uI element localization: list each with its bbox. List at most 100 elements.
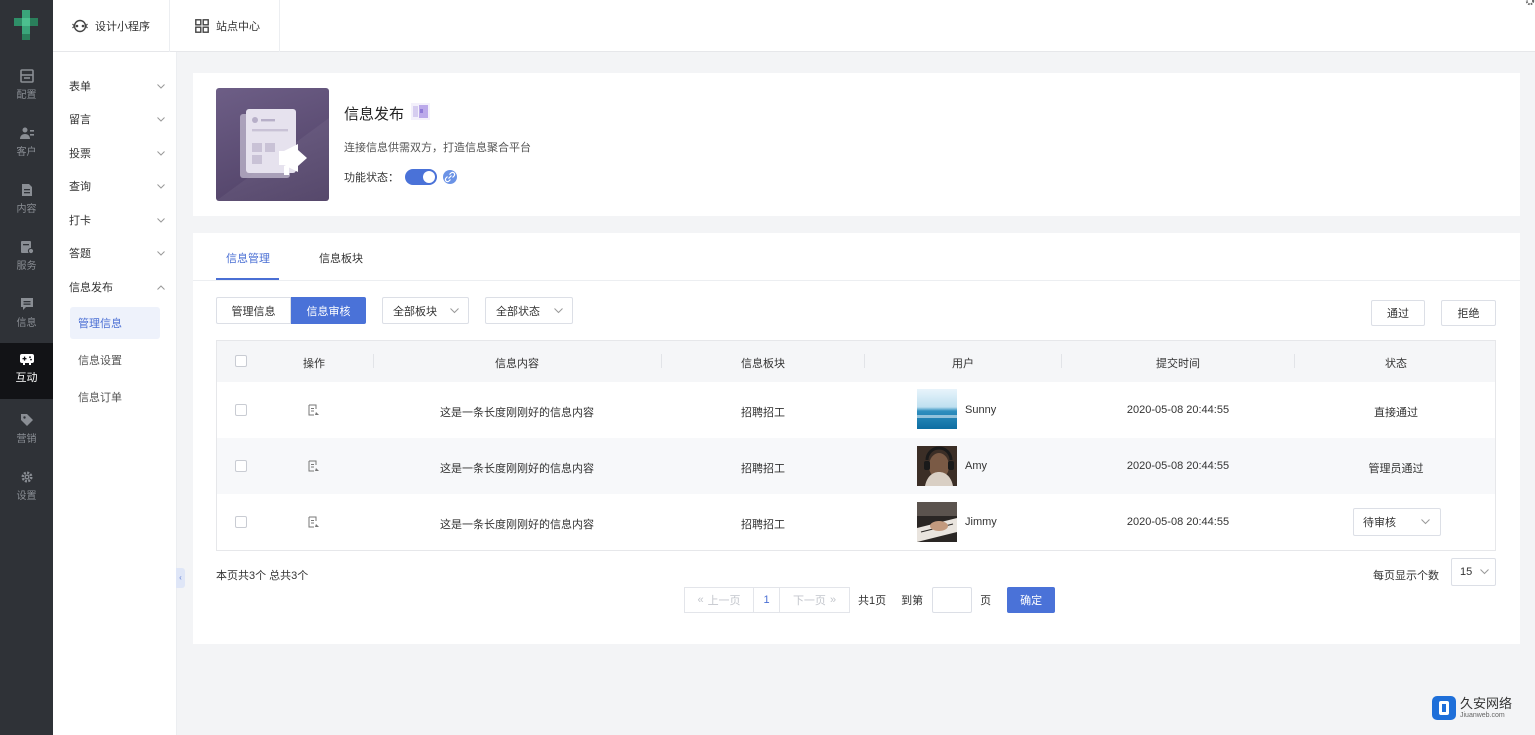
subnav-child-info-orders[interactable]: 信息订单 — [70, 381, 160, 413]
row-checkbox[interactable] — [235, 404, 247, 416]
feature-header-card: 信息发布 连接信息供需双方，打造信息聚合平台 功能状态： — [193, 73, 1520, 216]
row-content: 这是一条长度刚刚好的信息内容 — [440, 519, 594, 531]
top-tab-site-center[interactable]: 站点中心 — [176, 0, 280, 52]
tab-info-board[interactable]: 信息板块 — [319, 250, 363, 266]
rail-item-config[interactable]: 配置 — [0, 60, 53, 116]
reject-button[interactable]: 拒绝 — [1441, 300, 1496, 326]
tag-icon — [20, 414, 33, 426]
rail-item-settings[interactable]: 设置 — [0, 461, 53, 517]
column-header-status: 状态 — [1385, 358, 1407, 370]
miniprogram-icon — [72, 19, 88, 33]
subnav-item-label: 留言 — [69, 114, 91, 126]
rail-item-customers[interactable]: 客户 — [0, 117, 53, 173]
top-tab-design-miniprogram[interactable]: 设计小程序 — [53, 0, 170, 52]
collapse-sidebar-button[interactable]: ‹ — [176, 568, 185, 588]
rail-label: 配置 — [16, 90, 37, 101]
subnav-item-form[interactable]: 表单 — [69, 76, 165, 96]
select-all-checkbox[interactable] — [235, 355, 247, 367]
top-tab-label: 站点中心 — [216, 21, 260, 33]
goto-page-input[interactable] — [932, 587, 973, 613]
column-header-content: 信息内容 — [495, 358, 539, 370]
chevron-down-icon — [1421, 519, 1430, 525]
subnav-item-label: 答题 — [69, 248, 91, 260]
per-page-select[interactable]: 15 — [1451, 558, 1496, 586]
chevron-down-icon — [157, 83, 165, 89]
double-chevron-right-icon: » — [829, 594, 837, 606]
rail-label: 信息 — [16, 318, 37, 329]
row-status-select-value: 待审核 — [1363, 517, 1396, 529]
row-board: 招聘招工 — [741, 519, 785, 531]
subnav-child-manage-info[interactable]: 管理信息 — [70, 307, 160, 339]
edit-icon[interactable] — [308, 404, 320, 416]
filter-status-select[interactable]: 全部状态 — [485, 297, 573, 324]
column-divider — [864, 354, 865, 368]
feature-illustration — [216, 88, 329, 201]
row-user-name: Amy — [965, 460, 987, 472]
feature-status-label: 功能状态： — [344, 172, 399, 184]
prev-page-button[interactable]: « 上一页 — [684, 587, 754, 613]
row-board: 招聘招工 — [741, 407, 785, 419]
goto-label: 到第 — [901, 595, 924, 607]
segment-manage-info[interactable]: 管理信息 — [216, 297, 291, 324]
qr-icon[interactable] — [411, 103, 430, 120]
filter-board-value: 全部板块 — [393, 305, 437, 318]
subnav-child-info-settings[interactable]: 信息设置 — [70, 344, 160, 376]
secondary-sidebar: 表单 留言 投票 查询 打卡 答题 信息发布 管理信息 信息设置 信息订单 — [53, 52, 177, 735]
column-divider — [1061, 354, 1062, 368]
content-icon — [21, 184, 32, 196]
rail-item-interaction[interactable]: 互动 — [0, 343, 53, 399]
chevron-down-icon — [554, 307, 563, 313]
next-page-button[interactable]: 下一页 » — [780, 587, 850, 613]
rail-item-content[interactable]: 内容 — [0, 174, 53, 230]
tab-info-management[interactable]: 信息管理 — [226, 250, 270, 266]
subnav-item-checkin[interactable]: 打卡 — [69, 210, 165, 230]
app-logo[interactable] — [14, 10, 38, 40]
table-row: 这是一条长度刚刚好的信息内容 招聘招工 Amy 2020-05-08 20:44… — [217, 438, 1495, 494]
column-header-board: 信息板块 — [741, 358, 785, 370]
pagination: « 上一页 1 下一页 » 共1页 到第 页 确定 — [684, 587, 1056, 613]
row-content: 这是一条长度刚刚好的信息内容 — [440, 407, 594, 419]
subnav-item-quiz[interactable]: 答题 — [69, 243, 165, 263]
subnav-item-query[interactable]: 查询 — [69, 176, 165, 196]
service-icon — [20, 241, 34, 254]
settings-gear-icon[interactable] — [1525, 0, 1535, 6]
confirm-goto-button[interactable]: 确定 — [1007, 587, 1056, 613]
rail-item-service[interactable]: 服务 — [0, 231, 53, 287]
table-header: 操作 信息内容 信息板块 用户 提交时间 状态 — [217, 341, 1495, 382]
approve-button[interactable]: 通过 — [1371, 300, 1425, 326]
top-tab-label: 设计小程序 — [95, 21, 150, 33]
subnav-item-message[interactable]: 留言 — [69, 109, 165, 129]
chevron-down-icon — [157, 116, 165, 122]
column-divider — [661, 354, 662, 368]
chevron-down-icon — [157, 150, 165, 156]
subnav-item-info-publish[interactable]: 信息发布 — [69, 277, 165, 297]
rail-item-marketing[interactable]: 营销 — [0, 404, 53, 460]
rail-item-message[interactable]: 信息 — [0, 288, 53, 344]
subnav-item-label: 信息发布 — [69, 282, 113, 294]
tab-bar: 信息管理 信息板块 — [193, 233, 1520, 281]
subnav-item-vote[interactable]: 投票 — [69, 143, 165, 163]
row-checkbox[interactable] — [235, 460, 247, 472]
filter-board-select[interactable]: 全部板块 — [382, 297, 469, 324]
edit-icon[interactable] — [308, 516, 320, 528]
page-number[interactable]: 1 — [754, 587, 780, 613]
chevron-down-icon — [157, 217, 165, 223]
feature-status-toggle[interactable] — [405, 169, 437, 185]
chevron-up-icon — [157, 284, 165, 290]
chevron-down-icon — [157, 183, 165, 189]
edit-icon[interactable] — [308, 460, 320, 472]
customers-icon — [19, 127, 34, 139]
feature-status: 功能状态： — [344, 169, 457, 185]
link-icon[interactable] — [443, 170, 457, 184]
rail-label: 内容 — [16, 204, 37, 215]
table-row: 这是一条长度刚刚好的信息内容 招聘招工 Jimmy 2020-05-08 20:… — [217, 494, 1495, 550]
row-status: 直接通过 — [1374, 407, 1418, 419]
rail-label: 设置 — [16, 491, 37, 502]
info-management-card: 信息管理 信息板块 管理信息 信息审核 全部板块 全部状态 通过 拒绝 操作 信… — [193, 233, 1520, 644]
row-status-select[interactable]: 待审核 — [1353, 508, 1441, 536]
row-checkbox[interactable] — [235, 516, 247, 528]
info-table: 操作 信息内容 信息板块 用户 提交时间 状态 这是一条长度刚刚好的信息内容 招… — [216, 340, 1496, 551]
segment-info-review[interactable]: 信息审核 — [291, 297, 366, 324]
row-board: 招聘招工 — [741, 463, 785, 475]
column-header-user: 用户 — [952, 358, 974, 370]
